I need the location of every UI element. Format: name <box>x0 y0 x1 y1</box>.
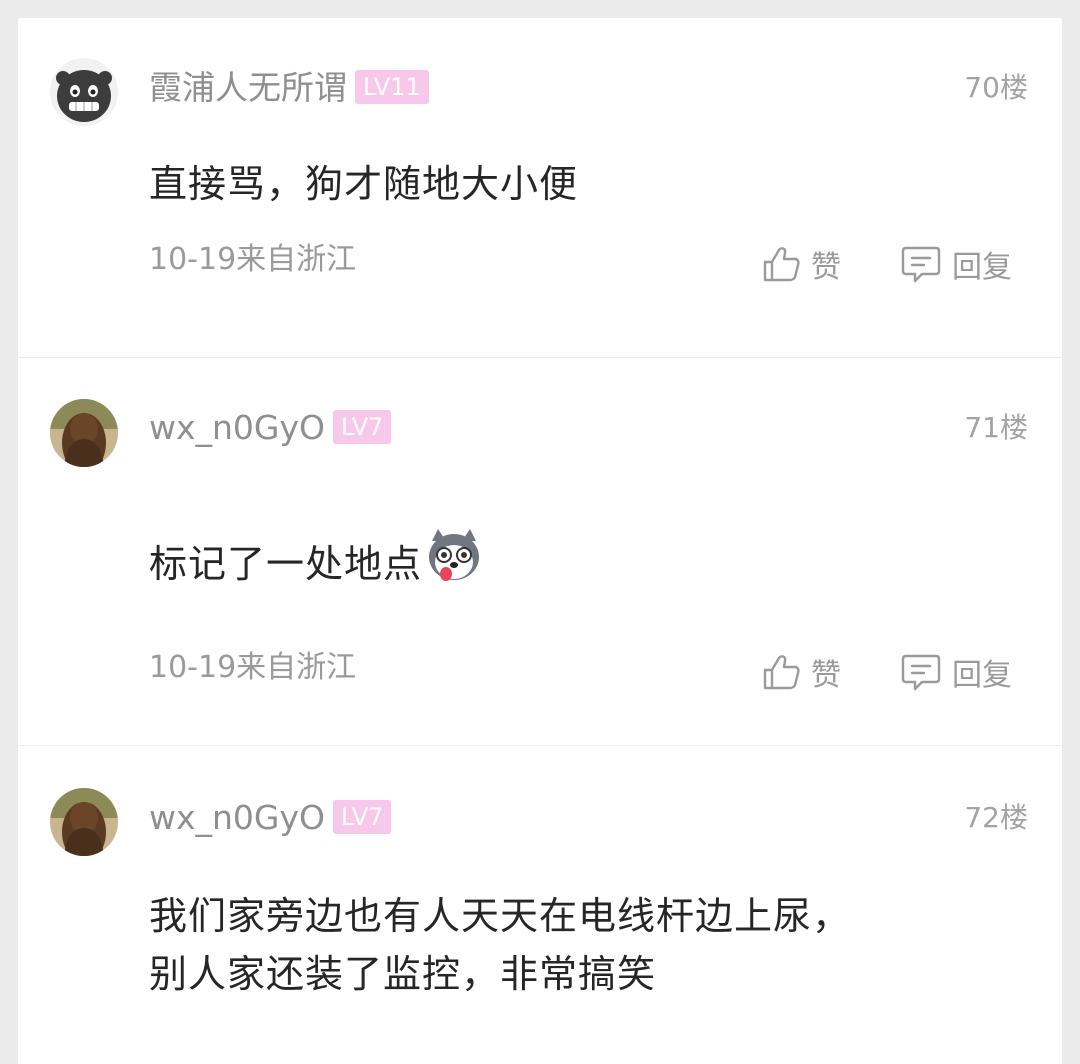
username-text: 霞浦人无所谓 <box>149 68 347 107</box>
avatar[interactable] <box>50 58 118 126</box>
thumbs-up-icon <box>763 655 800 690</box>
level-badge: LV7 <box>333 409 392 444</box>
username-text: wx_n0GyO <box>149 798 326 837</box>
floor-number: 70楼 <box>964 71 1028 104</box>
thumbs-up-icon <box>763 247 800 282</box>
comment-text-line: 我们家旁边也有人天天在电线杆边上尿， <box>149 894 852 938</box>
comment-text-line: 别人家还装了监控，非常搞笑 <box>149 952 657 996</box>
comment-item: wx_n0GyO LV7 72楼 我们家旁边也有人天天在电线杆边上尿， 别人家还装… <box>18 746 1062 1064</box>
floor-number: 72楼 <box>964 801 1028 834</box>
level-badge: LV11 <box>355 69 429 104</box>
reply-label: 回复 <box>952 658 1012 693</box>
husky-face-emoji <box>424 527 484 598</box>
username-text: wx_n0GyO <box>149 408 326 447</box>
comment-text: 直接骂，狗才随地大小便 <box>149 162 579 206</box>
reply-button[interactable]: 回复 <box>900 242 1012 286</box>
avatar[interactable] <box>50 399 118 467</box>
username[interactable]: wx_n0GyO LV7 <box>149 796 392 840</box>
like-label: 赞 <box>811 250 841 285</box>
comment-list: 霞浦人无所谓 LV11 70楼 直接骂，狗才随地大小便 10-19来自浙江 赞 回… <box>18 18 1062 1064</box>
reply-button[interactable]: 回复 <box>900 650 1012 694</box>
comment-text-body: 标记了一处地点 <box>149 542 423 586</box>
reply-label: 回复 <box>952 250 1012 285</box>
username[interactable]: 霞浦人无所谓 LV11 <box>149 66 429 110</box>
floor-number: 71楼 <box>964 411 1028 444</box>
chat-bubble-icon <box>901 654 941 691</box>
avatar[interactable] <box>50 788 118 856</box>
like-button[interactable]: 赞 <box>761 242 841 286</box>
comment-text: 我们家旁边也有人天天在电线杆边上尿， 别人家还装了监控，非常搞笑 <box>149 888 851 1002</box>
like-button[interactable]: 赞 <box>761 650 841 694</box>
comment-item: 霞浦人无所谓 LV11 70楼 直接骂，狗才随地大小便 10-19来自浙江 赞 回… <box>18 18 1062 357</box>
username[interactable]: wx_n0GyO LV7 <box>149 406 392 450</box>
comment-item: wx_n0GyO LV7 71楼 标记了一处地点 10-19来自浙江 赞 回复 <box>18 358 1062 745</box>
like-label: 赞 <box>811 658 841 693</box>
comment-text: 标记了一处地点 <box>149 529 484 602</box>
comment-meta: 10-19来自浙江 <box>149 650 357 685</box>
level-badge: LV7 <box>333 799 392 834</box>
comment-meta: 10-19来自浙江 <box>149 242 357 277</box>
chat-bubble-icon <box>901 246 941 283</box>
